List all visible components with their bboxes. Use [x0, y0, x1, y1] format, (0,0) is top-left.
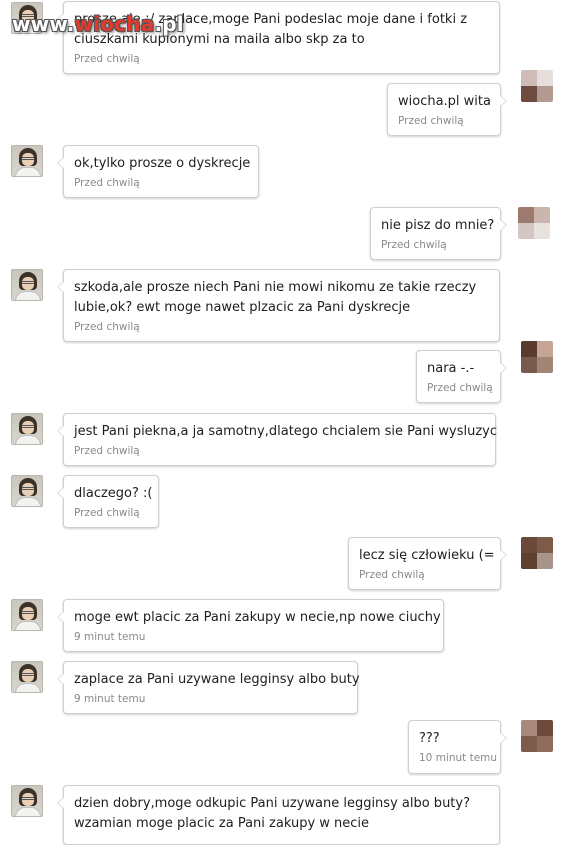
- message-bubble[interactable]: jest Pani piekna,a ja samotny,dlatego ch…: [57, 413, 497, 466]
- message-timestamp: Przed chwilą: [74, 445, 140, 457]
- message-timestamp: Przed chwilą: [398, 115, 464, 127]
- message-text: zaplace za Pani uzywane legginsy albo bu…: [74, 672, 360, 687]
- message-text: moge ewt placic za Pani zakupy w necie,n…: [74, 610, 441, 625]
- message-text: jest Pani piekna,a ja samotny,dlatego ch…: [74, 424, 497, 439]
- message-bubble[interactable]: wiocha.pl wita Przed chwilą: [387, 83, 507, 136]
- sender-avatar[interactable]: [11, 599, 43, 631]
- message-timestamp: Przed chwilą: [74, 177, 140, 189]
- message-text: dlaczego? :(: [74, 486, 153, 501]
- message-bubble[interactable]: nara -.- Przed chwilą: [416, 350, 507, 403]
- message-timestamp: 9 minut temu: [74, 693, 146, 705]
- recipient-avatar[interactable]: [518, 207, 550, 239]
- message-text: lecz się człowieku (=: [359, 548, 495, 563]
- message-bubble[interactable]: dzien dobry,moge odkupic Pani uzywane le…: [57, 785, 500, 845]
- message-text: nie pisz do mnie?: [381, 218, 495, 233]
- sender-avatar[interactable]: [11, 475, 43, 507]
- message-timestamp: Przed chwilą: [359, 569, 425, 581]
- sender-avatar[interactable]: [11, 269, 43, 301]
- message-timestamp: 10 minut temu: [419, 752, 498, 764]
- message-bubble[interactable]: szkoda,ale prosze niech Pani nie mowi ni…: [57, 269, 500, 342]
- message-timestamp: Przed chwilą: [74, 507, 140, 519]
- message-bubble[interactable]: lecz się człowieku (= Przed chwilą: [348, 537, 507, 590]
- message-text: nara -.-: [427, 361, 475, 376]
- message-timestamp: Przed chwilą: [427, 382, 493, 394]
- message-text: ok,tylko prosze o dyskrecje: [74, 156, 251, 171]
- sender-avatar[interactable]: [11, 413, 43, 445]
- message-timestamp: Przed chwilą: [381, 239, 447, 251]
- message-timestamp: Przed chwilą: [74, 321, 140, 333]
- sender-avatar[interactable]: [11, 661, 43, 693]
- recipient-avatar[interactable]: [521, 537, 553, 569]
- message-text: wiocha.pl wita: [398, 94, 491, 109]
- message-text: wzamian moge placic za Pani zakupy w nec…: [74, 816, 370, 831]
- sender-avatar[interactable]: [11, 145, 43, 177]
- message-bubble[interactable]: moge ewt placic za Pani zakupy w necie,n…: [57, 599, 444, 652]
- message-text: szkoda,ale prosze niech Pani nie mowi ni…: [74, 280, 477, 295]
- message-bubble[interactable]: zaplace za Pani uzywane legginsy albo bu…: [57, 661, 360, 714]
- recipient-avatar[interactable]: [521, 341, 553, 373]
- watermark-logo: www.wiocha.pl: [12, 12, 184, 36]
- message-bubble[interactable]: ok,tylko prosze o dyskrecje Przed chwilą: [57, 145, 259, 198]
- message-bubble[interactable]: nie pisz do mnie? Przed chwilą: [370, 207, 507, 260]
- message-timestamp: 9 minut temu: [74, 631, 146, 643]
- message-text: dzien dobry,moge odkupic Pani uzywane le…: [74, 796, 470, 811]
- message-timestamp: Przed chwilą: [74, 53, 140, 65]
- message-bubble[interactable]: ??? 10 minut temu: [408, 720, 507, 774]
- message-text: lubie,ok? ewt moge nawet plzacic za Pani…: [74, 300, 411, 315]
- recipient-avatar[interactable]: [521, 70, 553, 102]
- message-text: ???: [419, 731, 440, 746]
- message-bubble[interactable]: dlaczego? :( Przed chwilą: [57, 475, 159, 528]
- recipient-avatar[interactable]: [521, 720, 553, 752]
- sender-avatar[interactable]: [11, 785, 43, 817]
